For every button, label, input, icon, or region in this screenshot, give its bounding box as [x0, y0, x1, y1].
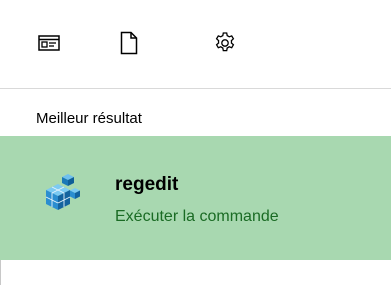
documents-filter-button[interactable]	[114, 28, 144, 58]
registry-editor-icon	[45, 174, 80, 210]
apps-icon	[38, 35, 60, 51]
apps-filter-button[interactable]	[34, 28, 64, 58]
gear-icon	[215, 32, 235, 52]
search-filter-toolbar	[0, 0, 391, 88]
panel-left-border	[0, 260, 1, 285]
document-icon	[120, 31, 138, 55]
best-match-heading: Meilleur résultat	[36, 110, 142, 127]
result-title: regedit	[115, 174, 179, 195]
best-match-result[interactable]: regedit Exécuter la commande	[0, 136, 391, 260]
toolbar-divider	[0, 88, 391, 89]
settings-filter-button[interactable]	[210, 28, 240, 58]
result-subtitle: Exécuter la commande	[115, 208, 279, 225]
